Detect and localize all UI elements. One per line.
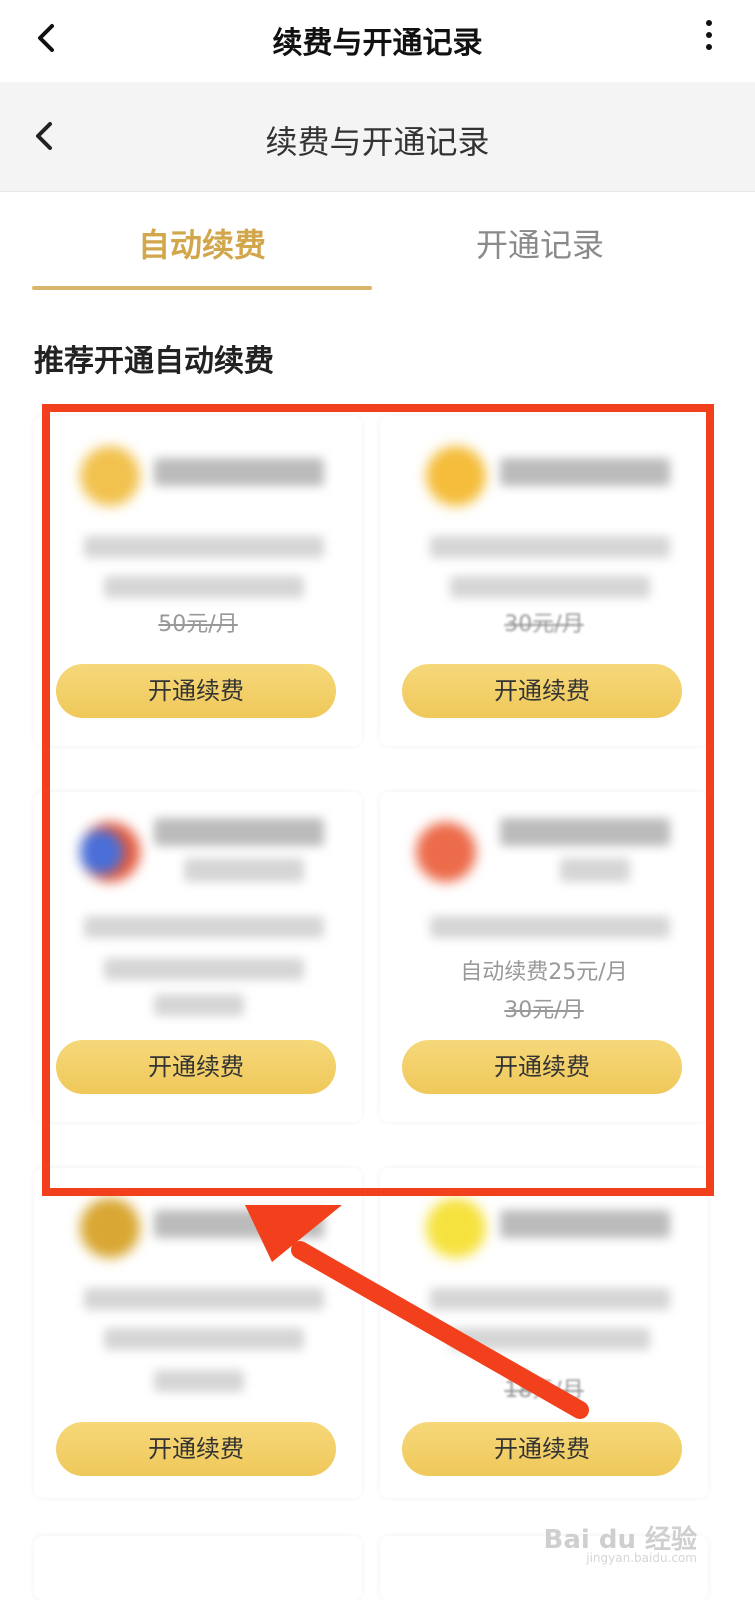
watermark-subtext: jingyan.baidu.com (586, 1551, 697, 1565)
baidu-watermark: Bai du 经验 jingyan.baidu.com (544, 1519, 698, 1565)
red-arrow-annotation (245, 1205, 589, 1419)
